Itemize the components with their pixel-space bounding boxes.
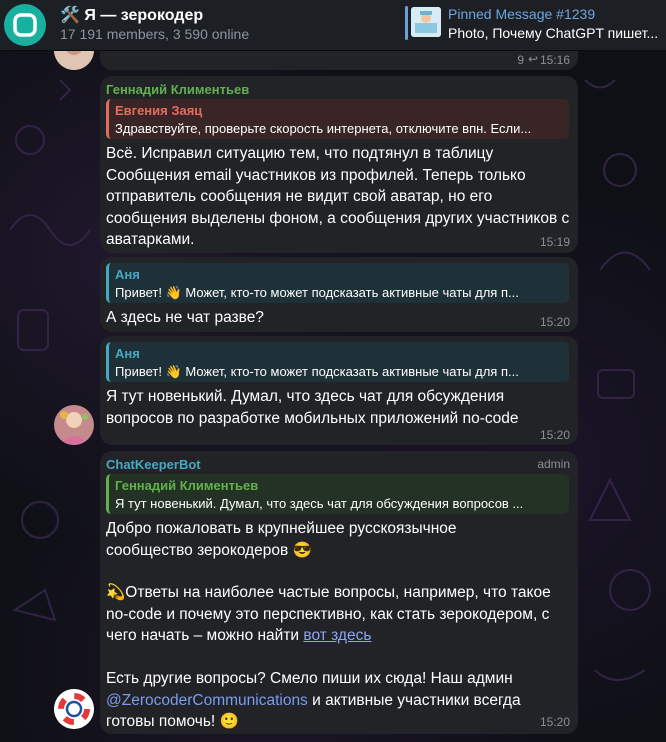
message-time: 15:20 bbox=[539, 715, 570, 729]
sender-name[interactable]: Геннадий Климентьев bbox=[106, 82, 249, 97]
reply-preview[interactable]: Евгения Заяц Здравствуйте, проверьте ско… bbox=[106, 99, 569, 139]
message-bubble[interactable]: Аня Привет! 👋 Может, кто-то может подска… bbox=[100, 257, 578, 332]
reply-author: Геннадий Климентьев bbox=[115, 478, 259, 493]
message-bubble[interactable]: Геннадий Климентьев Евгения Заяц Здравст… bbox=[100, 76, 578, 253]
sender-name[interactable]: ChatKeeperBot bbox=[106, 457, 201, 472]
channel-members-status: 17 191 members, 3 590 online bbox=[60, 26, 250, 42]
pinned-thumbnail-illustration bbox=[411, 7, 441, 37]
reply-text: Привет! 👋 Может, кто-то может подсказать… bbox=[115, 285, 519, 300]
reply-text: Я тут новенький. Думал, что здесь чат дл… bbox=[115, 496, 524, 511]
reply-arrow-icon: ↩ bbox=[527, 52, 538, 66]
admin-badge: admin bbox=[537, 457, 570, 471]
pinned-indicator-bar bbox=[405, 6, 408, 40]
channel-avatar[interactable] bbox=[4, 4, 46, 46]
reply-author: Аня bbox=[115, 267, 140, 282]
avatar-photo bbox=[54, 405, 94, 445]
message-text: Добро пожаловать в крупнейшее русскоязыч… bbox=[106, 520, 461, 559]
user-avatar[interactable] bbox=[54, 405, 94, 445]
reply-preview[interactable]: Геннадий Климентьев Я тут новенький. Дум… bbox=[106, 474, 569, 514]
chat-header[interactable]: 🛠️ Я — зерокодер 17 191 members, 3 590 o… bbox=[0, 0, 666, 51]
pinned-message-preview[interactable]: Photo, Почему ChatGPT пишет... bbox=[448, 25, 660, 41]
message-text: А здесь не чат разве? bbox=[106, 309, 264, 326]
reply-text: Здравствуйте, проверьте скорость интерне… bbox=[115, 121, 532, 136]
lifebuoy-icon bbox=[54, 689, 94, 729]
message-time: 15:19 bbox=[539, 235, 570, 249]
channel-logo-icon bbox=[13, 13, 37, 37]
message-text: Всё. Исправил ситуацию тем, что подтянул… bbox=[106, 145, 574, 248]
message-text: Я тут новенький. Думал, что здесь чат дл… bbox=[106, 388, 519, 427]
message-bubble[interactable]: ChatKeeperBot admin Геннадий Климентьев … bbox=[100, 451, 578, 734]
message-text-part: Есть другие вопросы? Смело пиши их сюда!… bbox=[106, 670, 517, 687]
replies-count[interactable]: 9 bbox=[517, 53, 524, 67]
message-bubble[interactable]: Аня Привет! 👋 Может, кто-то может подска… bbox=[100, 336, 578, 445]
message-bubble-tail: 9 ↩ 15:16 bbox=[100, 50, 578, 70]
bot-avatar[interactable] bbox=[54, 689, 94, 729]
reply-text: Привет! 👋 Может, кто-то может подсказать… bbox=[115, 364, 519, 379]
pinned-message-title[interactable]: Pinned Message #1239 bbox=[448, 6, 595, 22]
message-text: Есть другие вопросы? Смело пиши их сюда!… bbox=[106, 668, 546, 733]
reply-preview[interactable]: Аня Привет! 👋 Может, кто-то может подска… bbox=[106, 342, 569, 382]
admin-mention-link[interactable]: @ZerocoderCommunications bbox=[106, 692, 308, 709]
channel-title[interactable]: 🛠️ Я — зерокодер bbox=[60, 5, 203, 25]
message-time: 15:16 bbox=[539, 53, 570, 67]
reply-author: Евгения Заяц bbox=[115, 103, 203, 118]
pinned-photo-thumbnail[interactable] bbox=[411, 7, 441, 37]
reply-author: Аня bbox=[115, 346, 140, 361]
reply-preview[interactable]: Аня Привет! 👋 Может, кто-то может подска… bbox=[106, 263, 569, 303]
message-time: 15:20 bbox=[539, 315, 570, 329]
message-text: 💫Ответы на наиболее частые вопросы, напр… bbox=[106, 582, 576, 647]
message-time: 15:20 bbox=[539, 428, 570, 442]
faq-link[interactable]: вот здесь bbox=[303, 627, 371, 644]
